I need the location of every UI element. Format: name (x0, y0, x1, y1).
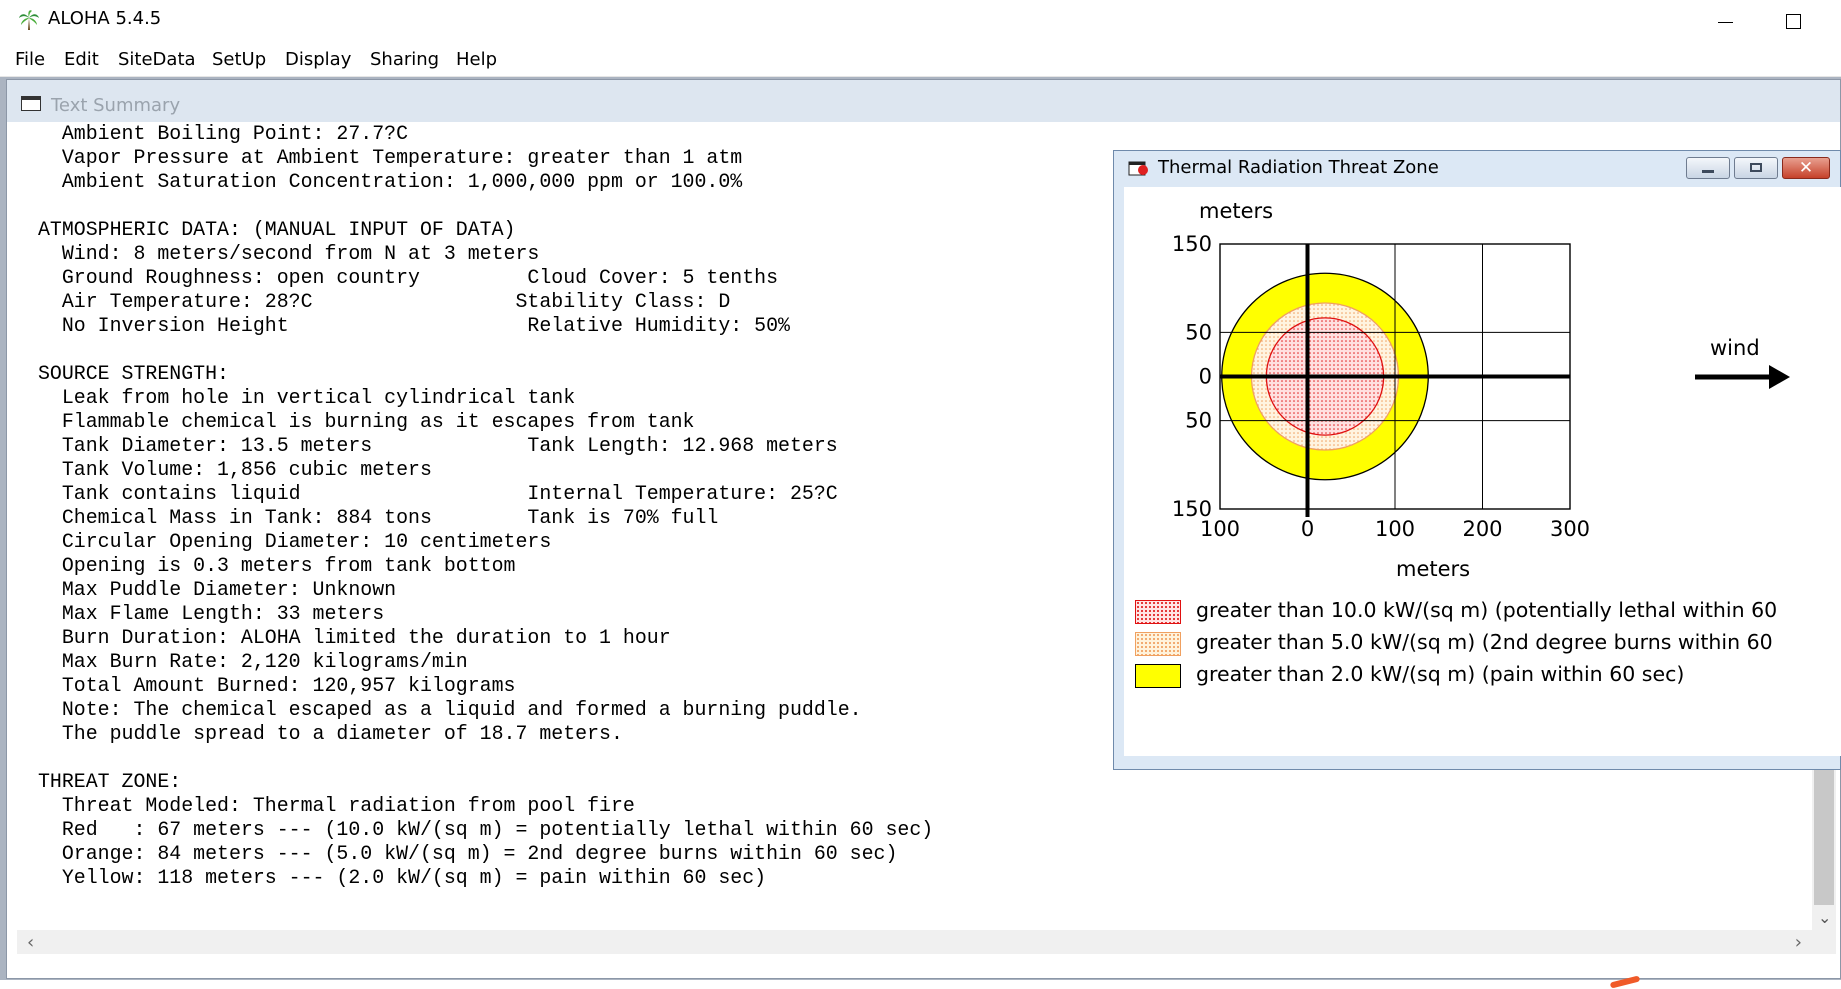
threat-close-button[interactable]: ✕ (1782, 157, 1830, 179)
x-tick-label: 100 (1375, 517, 1415, 541)
aloha-palm-icon (18, 9, 40, 31)
threat-minimize-button[interactable] (1686, 157, 1730, 179)
size-grip-icon[interactable] (1812, 930, 1836, 954)
y-tick-label: 150 (1172, 232, 1212, 256)
x-tick-label: 200 (1462, 517, 1502, 541)
y-axis-label: meters (1199, 199, 1273, 223)
menu-help[interactable]: Help (456, 47, 497, 72)
scroll-left-arrow-icon[interactable]: ‹ (27, 932, 34, 953)
text-summary-icon (21, 96, 41, 111)
threat-zone-chart: 100 0 100 200 30015050050150 meters meters w… (1172, 199, 1790, 581)
y-tick-label: 50 (1185, 320, 1212, 344)
legend-text-orange: greater than 5.0 kW/(sq m) (2nd degree b… (1196, 630, 1773, 654)
wind-label: wind (1710, 336, 1760, 360)
threat-zone-window: Thermal Radiation Threat Zone ✕ 100 0 10… (1113, 150, 1841, 770)
legend-swatch-yellow (1135, 664, 1181, 688)
x-tick-label: 300 (1550, 517, 1590, 541)
text-summary-titlebar[interactable]: Text Summary (7, 80, 1840, 122)
menu-file[interactable]: File (15, 47, 45, 72)
menu-sharing[interactable]: Sharing (370, 47, 439, 72)
legend-text-yellow: greater than 2.0 kW/(sq m) (pain within … (1196, 662, 1685, 686)
scroll-down-arrow-icon[interactable]: ⌄ (1818, 910, 1831, 926)
close-icon: ✕ (1798, 158, 1814, 178)
menu-display[interactable]: Display (285, 47, 351, 72)
menu-bar: File Edit SiteData SetUp Display Sharing… (0, 42, 1841, 77)
threat-zone-window-icon (1128, 161, 1148, 176)
legend-swatch-red (1135, 600, 1181, 624)
x-tick-label: 0 (1301, 517, 1314, 541)
scroll-right-arrow-icon[interactable]: › (1795, 932, 1802, 953)
y-tick-label: 150 (1172, 497, 1212, 521)
legend-swatch-orange (1135, 632, 1181, 656)
threat-restore-button[interactable] (1734, 157, 1778, 179)
menu-sitedata[interactable]: SiteData (118, 47, 196, 72)
horizontal-scrollbar[interactable]: ‹ › (17, 930, 1812, 954)
app-title-bar: ALOHA 5.4.5 (0, 0, 1841, 42)
minimize-button[interactable] (1705, 2, 1745, 40)
maximize-button[interactable] (1770, 2, 1816, 40)
mdi-workspace: Text Summary Ambient Boiling Point: 27.7… (0, 77, 1841, 989)
menu-setup[interactable]: SetUp (212, 47, 266, 72)
wind-arrow-icon (1695, 365, 1790, 389)
menu-edit[interactable]: Edit (64, 47, 99, 72)
threat-zone-plot-area: 100 0 100 200 300 150 50 0 50 150 meters meters w… (1124, 187, 1841, 756)
app-title: ALOHA 5.4.5 (48, 8, 162, 29)
x-axis-label: meters (1396, 557, 1470, 581)
legend-text-red: greater than 10.0 kW/(sq m) (potentially… (1196, 598, 1778, 622)
text-summary-title: Text Summary (51, 95, 181, 116)
y-tick-label: 50 (1185, 409, 1212, 433)
threat-zone-title: Thermal Radiation Threat Zone (1158, 157, 1439, 178)
y-tick-label: 0 (1199, 365, 1212, 389)
